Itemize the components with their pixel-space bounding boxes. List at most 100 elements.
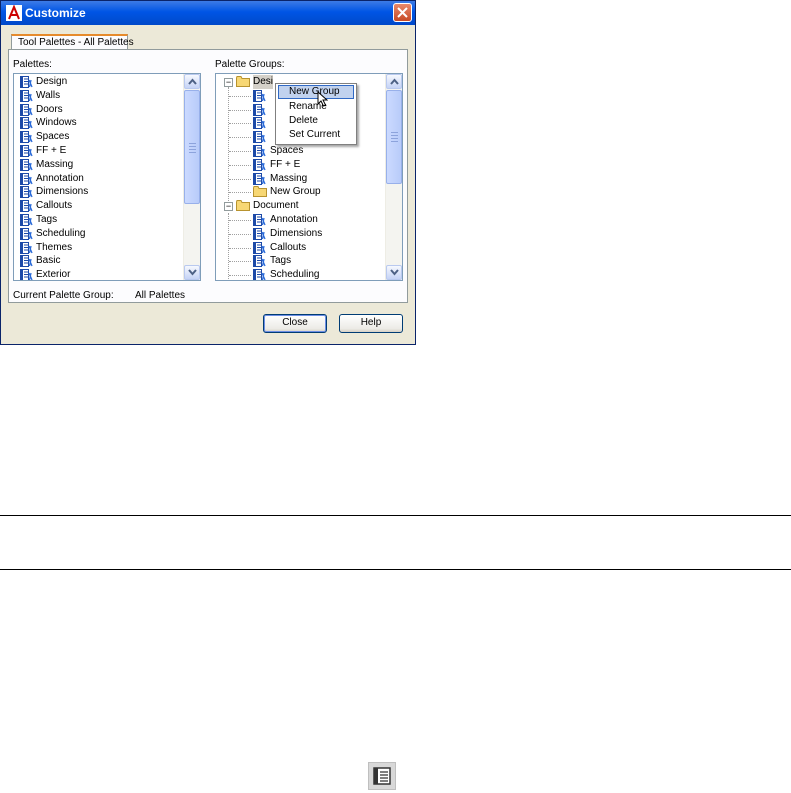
tool-palette-icon	[253, 117, 266, 130]
menu-item-rename[interactable]: Rename	[278, 100, 354, 114]
scroll-up-button[interactable]	[386, 74, 402, 89]
close-button[interactable]: Close	[263, 314, 327, 333]
palette-list-item[interactable]: Windows	[14, 116, 183, 130]
tool-palette-icon	[253, 269, 266, 280]
scroll-down-button[interactable]	[386, 265, 402, 280]
palette-list-item[interactable]: Walls	[14, 89, 183, 103]
tool-palette-icon	[20, 200, 33, 213]
customize-dialog: Customize Tool Palettes - All Palettes P…	[0, 0, 416, 345]
scroll-thumb[interactable]	[386, 90, 402, 184]
palette-item-label: Themes	[36, 241, 73, 253]
tree-node-label: Document	[253, 200, 299, 212]
palette-item-label: Spaces	[36, 131, 70, 143]
tree-palette-node[interactable]: FF + E	[216, 158, 385, 172]
current-group-label: Current Palette Group:	[13, 290, 114, 301]
palette-item-label: Design	[36, 76, 68, 87]
palettes-scrollbar[interactable]	[183, 74, 200, 280]
tab-tool-palettes[interactable]: Tool Palettes - All Palettes	[11, 34, 134, 50]
palette-list-item[interactable]: Basic	[14, 254, 183, 268]
tool-palette-icon	[253, 158, 266, 171]
scroll-thumb[interactable]	[184, 90, 200, 204]
collapse-toggle-icon[interactable]: −	[224, 78, 233, 87]
divider-top	[0, 515, 791, 516]
groups-scrollbar[interactable]	[385, 74, 402, 280]
palette-item-label: Windows	[36, 117, 77, 129]
tool-palette-icon	[20, 255, 33, 268]
title-bar[interactable]: Customize	[1, 1, 415, 25]
tool-palette-icon	[20, 89, 33, 102]
palette-list-item[interactable]: Tags	[14, 213, 183, 227]
tool-palette-icon	[20, 227, 33, 240]
current-group-value: All Palettes	[135, 290, 186, 301]
tree-palette-node[interactable]: Scheduling	[216, 268, 385, 280]
palette-list-item[interactable]: Callouts	[14, 199, 183, 213]
tree-node-label: New Group	[270, 186, 321, 198]
window-close-button[interactable]	[393, 3, 412, 22]
tree-palette-node[interactable]: Annotation	[216, 213, 385, 227]
tool-palette-icon	[20, 172, 33, 185]
tree-node-label: Massing	[270, 172, 308, 184]
palette-list-item[interactable]: Dimensions	[14, 185, 183, 199]
tool-palette-icon	[253, 131, 266, 144]
menu-item-set-current[interactable]: Set Current	[278, 128, 354, 142]
palette-properties-icon	[368, 762, 396, 790]
tree-node-label: Callouts	[270, 241, 307, 253]
chevron-down-icon	[390, 269, 399, 276]
tool-palette-icon	[253, 213, 266, 226]
palette-item-label: Tags	[36, 213, 58, 225]
tree-node-label: Spaces	[270, 144, 304, 156]
tool-palette-icon	[253, 144, 266, 157]
tool-palette-icon	[20, 241, 33, 254]
tool-palette-icon	[253, 172, 266, 185]
folder-icon	[236, 76, 250, 87]
palette-item-label: Scheduling	[36, 227, 86, 239]
palette-list-item[interactable]: Annotation	[14, 172, 183, 186]
menu-item-new-group[interactable]: New Group	[278, 85, 354, 99]
tree-palette-node[interactable]: Massing	[216, 172, 385, 186]
palette-item-label: Callouts	[36, 200, 73, 212]
tree-palette-node[interactable]: Callouts	[216, 241, 385, 255]
tool-palette-icon	[20, 186, 33, 199]
collapse-toggle-icon[interactable]: −	[224, 202, 233, 212]
palette-list-item[interactable]: FF + E	[14, 144, 183, 158]
palette-list-item[interactable]: Scheduling	[14, 227, 183, 241]
tree-palette-node[interactable]: New Group	[216, 185, 385, 199]
folder-icon	[236, 200, 250, 212]
help-button[interactable]: Help	[339, 314, 403, 333]
chevron-up-icon	[188, 78, 197, 85]
palette-list-item[interactable]: Design	[14, 75, 183, 89]
tree-palette-node[interactable]: Dimensions	[216, 227, 385, 241]
tree-node-label: Annotation	[270, 213, 318, 225]
window-title: Customize	[25, 6, 86, 20]
palette-list-item[interactable]: Spaces	[14, 130, 183, 144]
tree-palette-node[interactable]: Tags	[216, 254, 385, 268]
palette-item-label: Massing	[36, 158, 74, 170]
scroll-up-button[interactable]	[184, 74, 200, 89]
tree-palette-node[interactable]: Spaces	[216, 144, 385, 158]
palette-list-item[interactable]: Themes	[14, 241, 183, 255]
folder-icon	[253, 186, 267, 198]
mouse-cursor-icon	[317, 91, 328, 107]
tool-palette-icon	[20, 131, 33, 144]
tree-node-label: Dimensions	[270, 227, 323, 239]
palettes-list[interactable]: Design Walls Doors Windows Spaces FF + E Massi…	[13, 73, 201, 281]
menu-item-delete[interactable]: Delete	[278, 114, 354, 128]
tree-group-node[interactable]: − Document	[216, 199, 385, 213]
chevron-up-icon	[390, 78, 399, 85]
tool-palette-icon	[253, 255, 266, 268]
tree-node-label: Scheduling	[270, 269, 320, 280]
tool-palette-icon	[253, 227, 266, 240]
chevron-down-icon	[188, 269, 197, 276]
tool-palette-icon	[20, 269, 33, 280]
scroll-down-button[interactable]	[184, 265, 200, 280]
divider-bottom	[0, 569, 791, 570]
palette-list-item[interactable]: Exterior	[14, 268, 183, 280]
palette-list-item[interactable]: Doors	[14, 103, 183, 117]
tool-palette-icon	[253, 89, 266, 102]
tool-palette-icon	[20, 76, 33, 88]
close-x-icon	[397, 7, 408, 18]
tree-node-label: FF + E	[270, 158, 301, 170]
palette-item-label: Dimensions	[36, 186, 89, 198]
palette-list-item[interactable]: Massing	[14, 158, 183, 172]
palettes-label: Palettes:	[13, 59, 52, 70]
